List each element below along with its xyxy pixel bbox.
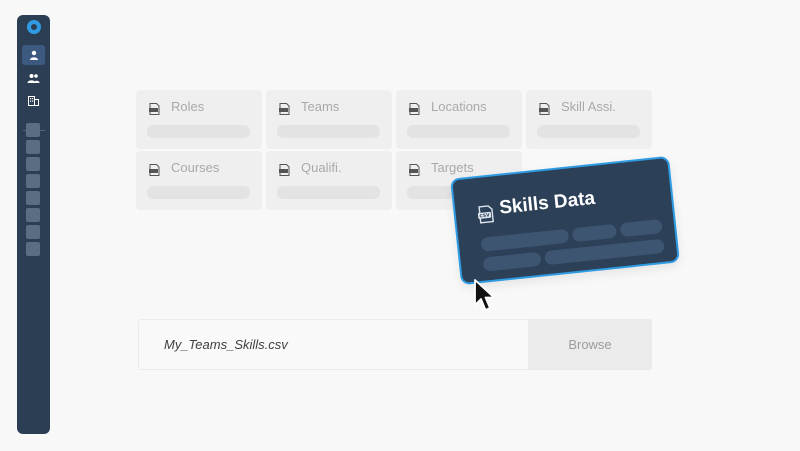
- tile-label: Targets: [431, 160, 474, 175]
- csv-file-icon: CSV: [477, 205, 494, 224]
- sidebar-placeholder-item[interactable]: [26, 208, 40, 222]
- sidebar: [17, 15, 50, 434]
- app-logo[interactable]: [27, 20, 41, 34]
- tile-placeholder-bar: [537, 125, 640, 138]
- csv-file-icon: [149, 103, 160, 115]
- csv-file-icon: [409, 103, 420, 115]
- tile-label: Skill Assi.: [561, 99, 616, 114]
- team-icon: [27, 74, 40, 83]
- tile-locations[interactable]: Locations: [396, 90, 522, 149]
- tile-placeholder-bar: [277, 186, 380, 199]
- browse-button[interactable]: Browse: [528, 319, 652, 370]
- tile-teams[interactable]: Teams: [266, 90, 392, 149]
- tile-courses[interactable]: Courses: [136, 151, 262, 210]
- sidebar-placeholder-item[interactable]: [26, 242, 40, 256]
- sidebar-placeholder-item[interactable]: [26, 191, 40, 205]
- nav-building-button[interactable]: [22, 91, 45, 111]
- sidebar-placeholder-item[interactable]: [26, 174, 40, 188]
- file-name-value: My_Teams_Skills.csv: [164, 337, 288, 352]
- building-icon: [28, 96, 39, 106]
- tile-label: Teams: [301, 99, 340, 114]
- svg-text:CSV: CSV: [479, 212, 490, 219]
- tile-label: Locations: [431, 99, 487, 114]
- tile-label: Courses: [171, 160, 220, 175]
- tile-placeholder-bar: [277, 125, 380, 138]
- file-name-field[interactable]: My_Teams_Skills.csv: [138, 319, 528, 370]
- tile-label: Roles: [171, 99, 205, 114]
- nav-team-button[interactable]: [22, 68, 45, 88]
- csv-file-icon: [279, 164, 290, 176]
- tile-label: Qualifi.: [301, 160, 342, 175]
- sidebar-placeholder-item[interactable]: [26, 225, 40, 239]
- nav-user-button[interactable]: [22, 45, 45, 65]
- sidebar-placeholder-item[interactable]: [26, 123, 40, 137]
- sidebar-placeholder-item[interactable]: [26, 157, 40, 171]
- card-title: Skills Data: [498, 187, 597, 219]
- tile-skill-assignments[interactable]: Skill Assi.: [526, 90, 652, 149]
- user-icon: [29, 50, 38, 60]
- card-placeholder-bar: [571, 223, 618, 243]
- sidebar-placeholder-item[interactable]: [26, 140, 40, 154]
- dragged-skills-data-card[interactable]: CSV Skills Data: [450, 155, 680, 286]
- app-window: Roles Teams Locations Skill Assi. Course: [0, 0, 800, 451]
- tile-roles[interactable]: Roles: [136, 90, 262, 149]
- csv-file-icon: [279, 103, 290, 115]
- csv-file-icon: [149, 164, 160, 176]
- tile-placeholder-bar: [147, 186, 250, 199]
- tile-placeholder-bar: [407, 125, 510, 138]
- card-placeholder-bar: [482, 251, 542, 272]
- tile-placeholder-bar: [147, 125, 250, 138]
- csv-file-icon: [539, 103, 550, 115]
- mouse-pointer-icon: [474, 279, 495, 311]
- card-placeholder-bar: [619, 218, 663, 238]
- tile-qualifications[interactable]: Qualifi.: [266, 151, 392, 210]
- card-placeholder-bar: [480, 228, 570, 252]
- file-upload-row: My_Teams_Skills.csv Browse: [138, 319, 652, 370]
- csv-file-icon: [409, 164, 420, 176]
